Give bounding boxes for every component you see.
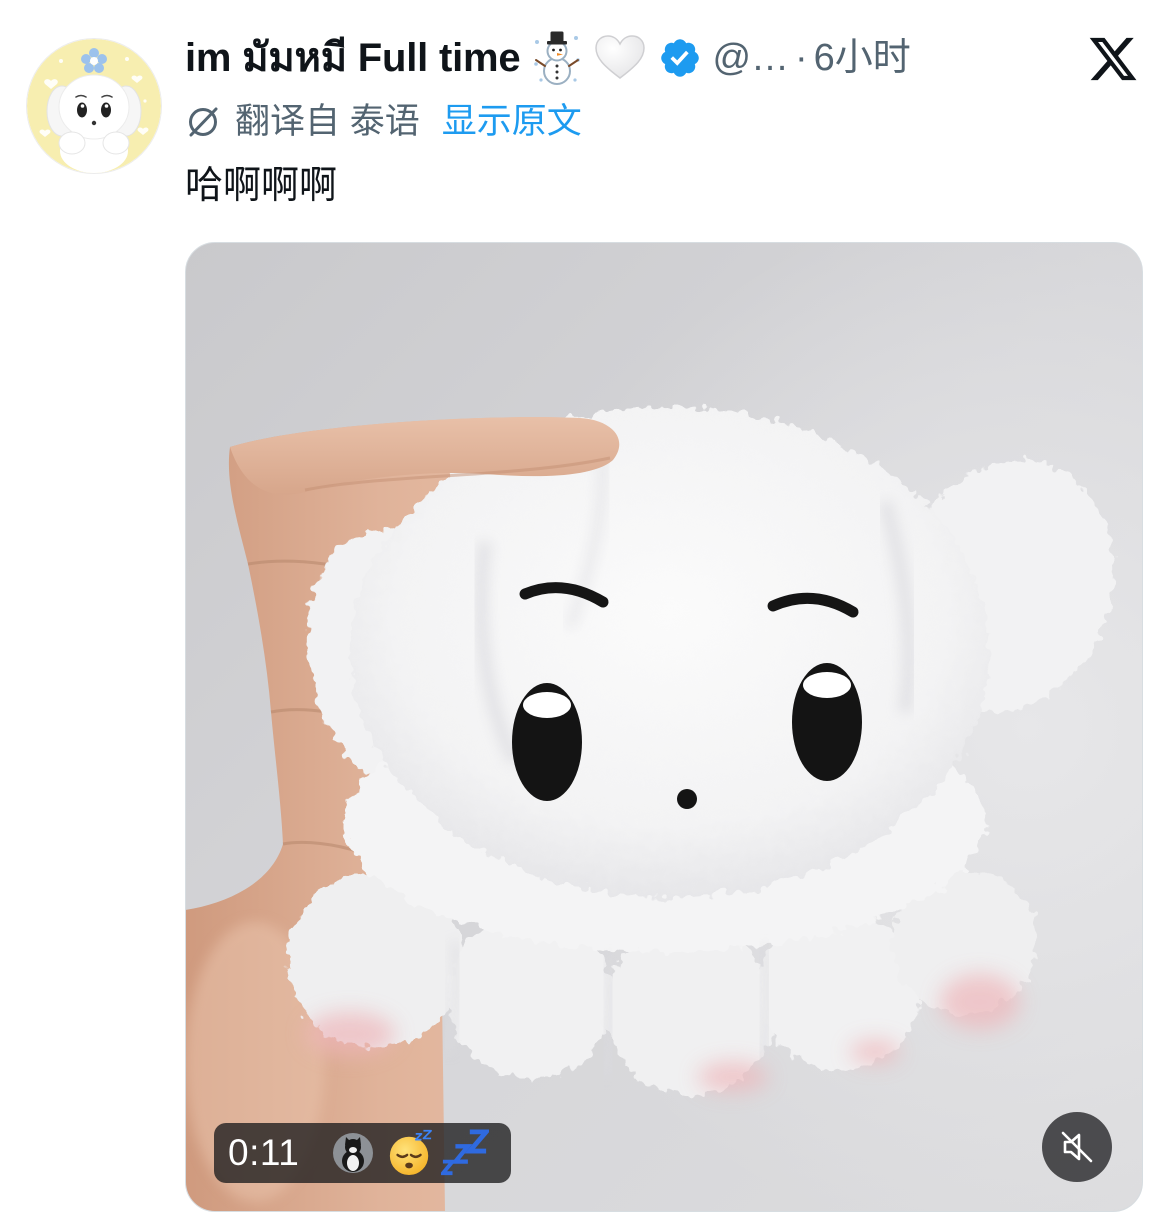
sleeping-face-icon [390,1129,433,1176]
mute-toggle-button[interactable] [1042,1112,1112,1182]
author-display-name[interactable]: im มัมหมี Full time [185,27,521,89]
white-heart-icon [594,34,646,82]
author-avatar[interactable] [27,39,161,173]
plush-puppy-avatar-icon [27,39,161,173]
tweet-media[interactable]: 0:11 [185,242,1143,1212]
author-name-row: im มัมหมี Full time @… · 6小时 [185,27,1065,89]
translated-from-label: 翻译自 泰语 [235,102,420,141]
x-logo-icon [1086,33,1140,85]
translate-icon [189,107,218,137]
media-duration-overlay: 0:11 [214,1123,511,1183]
tweet-card: im มัมหมี Full time @… · 6小时 翻译自 泰语 显示原文… [0,0,1169,1218]
tweet-timestamp[interactable]: 6小时 [814,27,911,89]
media-duration: 0:11 [228,1132,300,1173]
meta-separator: · [795,37,808,79]
snowman-icon [532,30,582,86]
plush-head [350,407,990,897]
translation-row: 翻译自 泰语 显示原文 [185,98,582,146]
tweet-text: 哈啊啊啊 [185,165,338,207]
plush-left-eye [512,683,582,801]
media-photo [186,243,1142,1211]
plush-right-eye [792,663,862,781]
cat-sticker-icon [333,1133,374,1173]
verified-badge-icon[interactable] [658,36,702,80]
show-original-link[interactable]: 显示原文 [442,98,582,146]
zzz-icon [441,1129,490,1176]
muted-speaker-icon [1061,1131,1093,1163]
author-handle[interactable]: @… [712,27,789,89]
plush-nose [677,789,697,809]
